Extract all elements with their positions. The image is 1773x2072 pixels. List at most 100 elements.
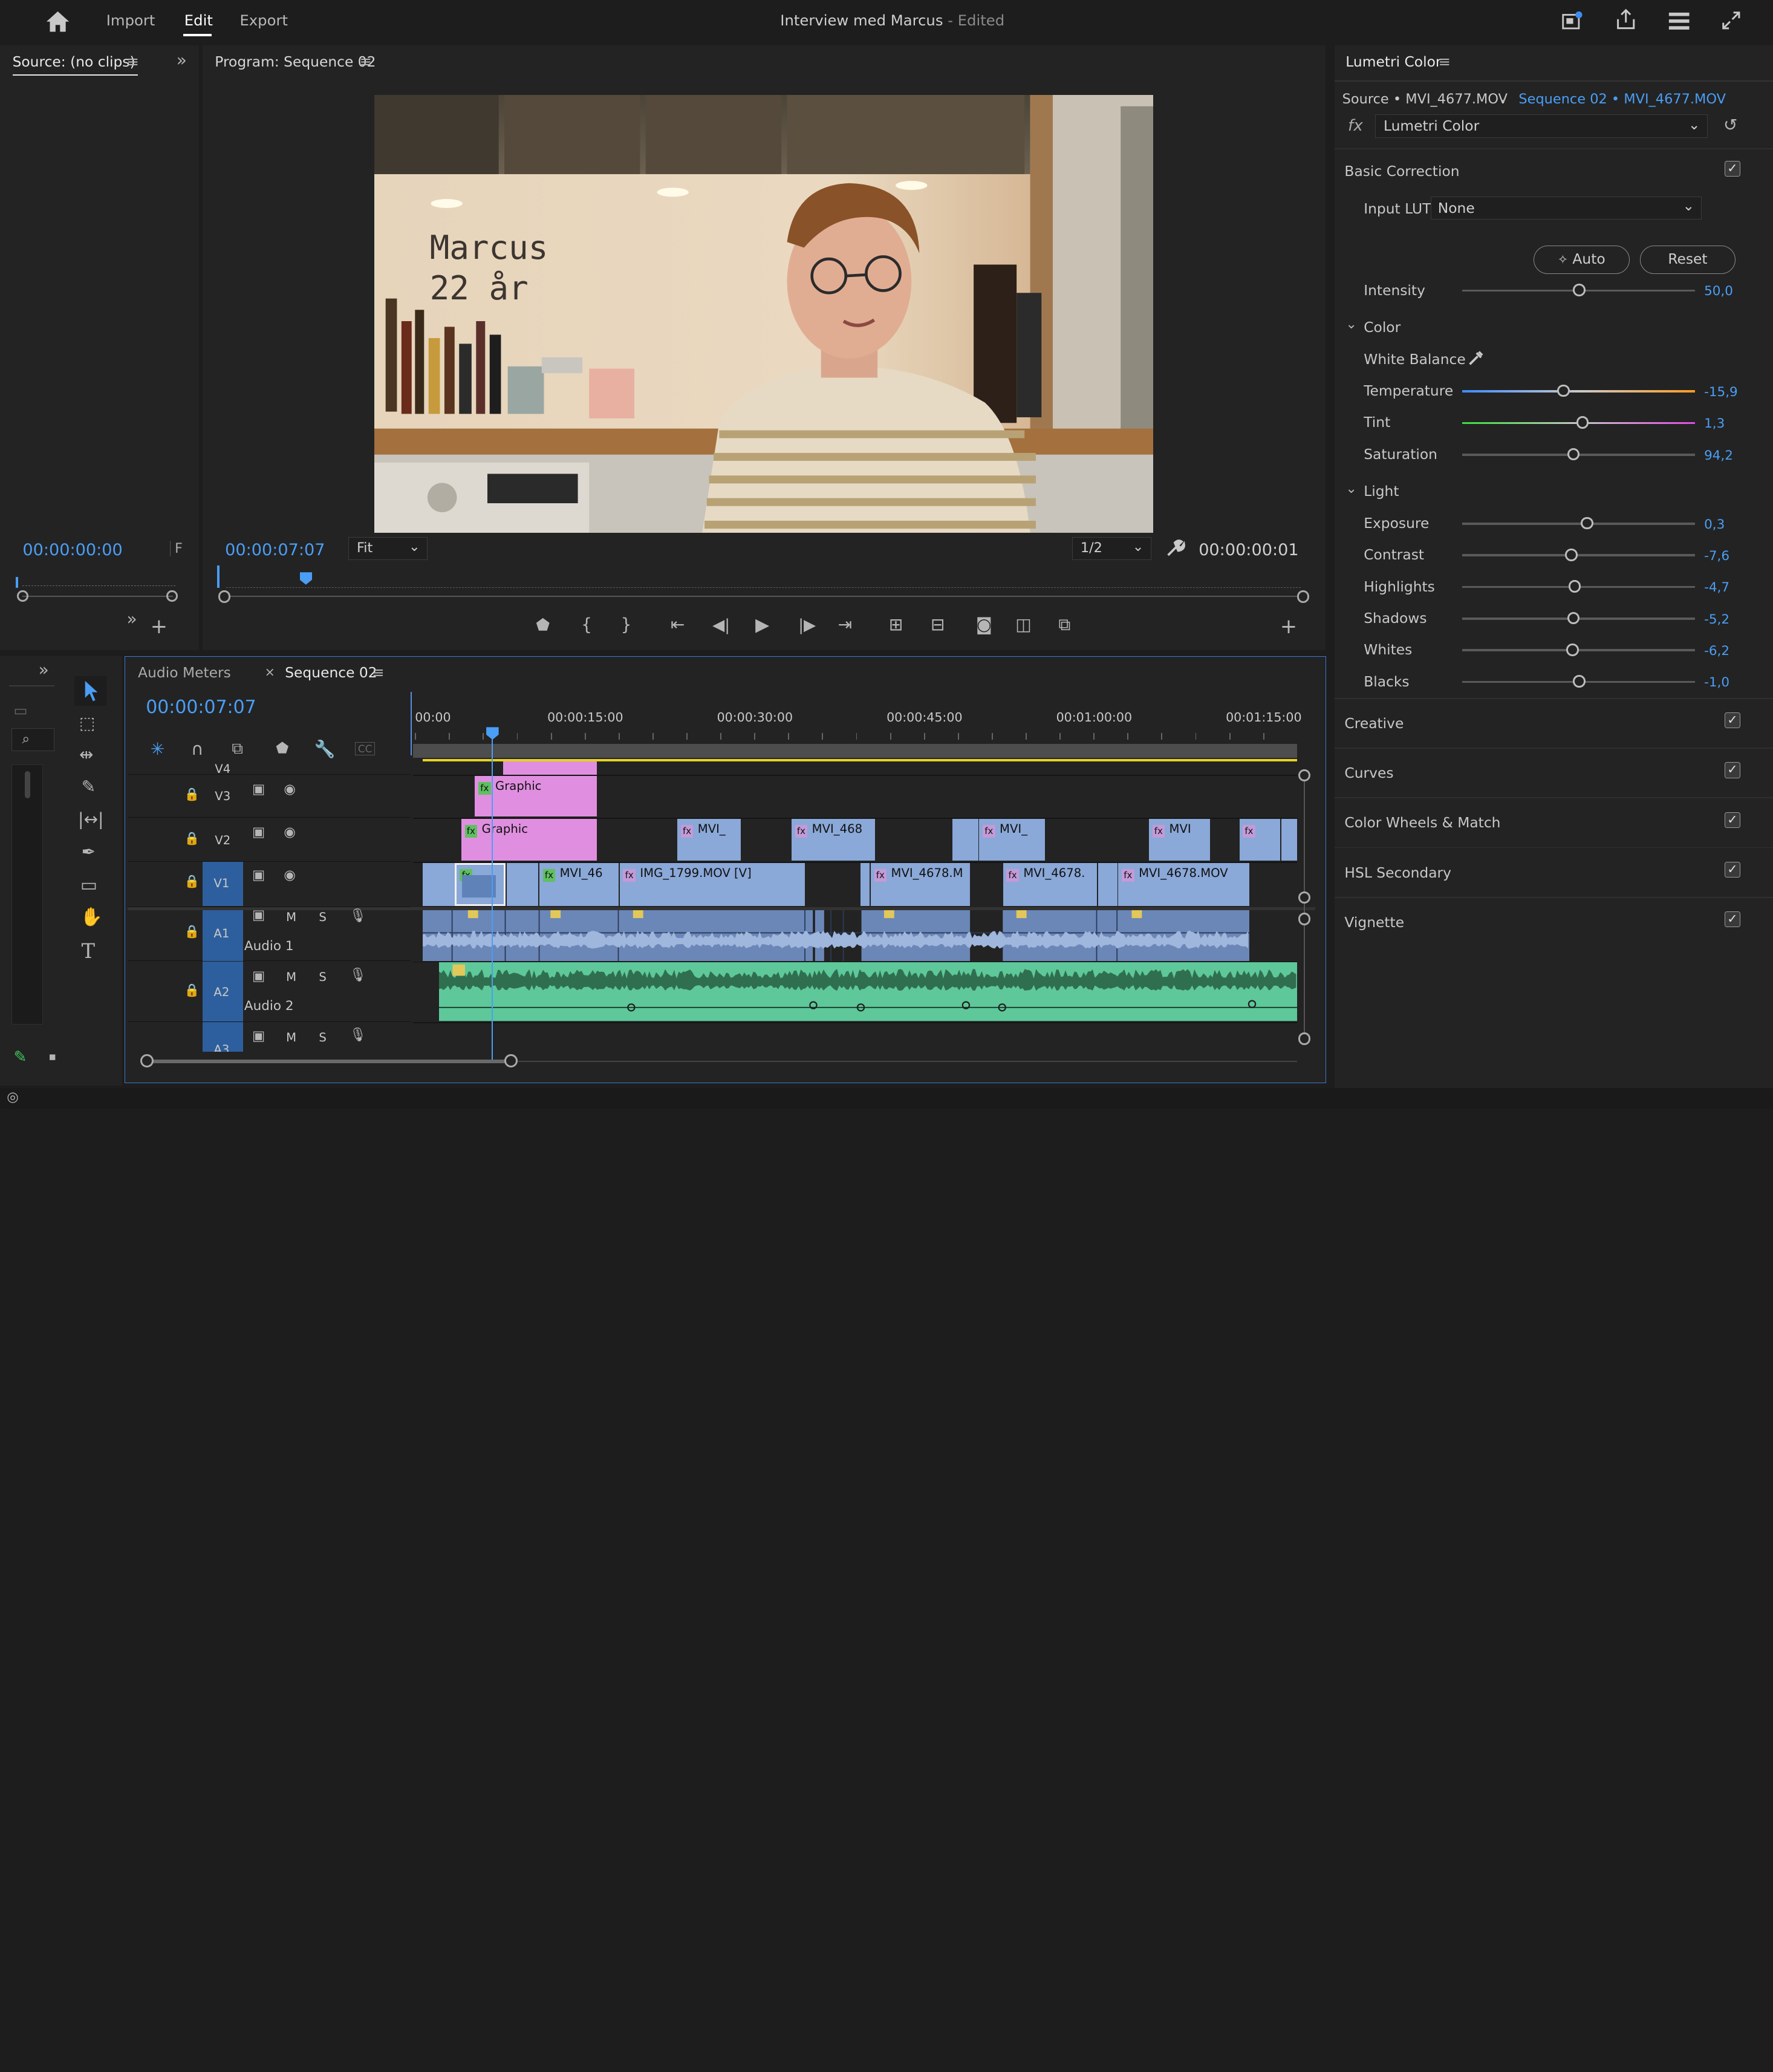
program-video-frame[interactable]: Marcus 22 år — [374, 95, 1154, 533]
solo-button[interactable]: S — [319, 970, 326, 984]
timeline-playhead-line[interactable] — [492, 737, 493, 1060]
hsl-secondary-checkbox[interactable]: ✓ — [1724, 861, 1740, 878]
mark-out-icon[interactable]: } — [621, 616, 632, 633]
program-zoom-left-handle[interactable] — [218, 590, 231, 603]
slip-tool-icon[interactable]: |↔| — [78, 810, 103, 828]
blacks-slider-knob[interactable] — [1573, 675, 1586, 688]
basic-correction-header[interactable]: Basic Correction — [1344, 163, 1459, 180]
clip-v1-b[interactable] — [506, 862, 539, 906]
clip-mvi-v1-a[interactable]: fx MVI_46 — [539, 862, 619, 906]
track-label-v4[interactable]: V4 — [215, 762, 230, 776]
add-marker-icon[interactable]: ⬟ — [276, 740, 288, 755]
exposure-value[interactable]: 0,3 — [1704, 517, 1725, 532]
fit-dropdown[interactable]: Fit ⌄ — [348, 537, 428, 560]
fullscreen-icon[interactable] — [1721, 10, 1742, 31]
type-tool-icon[interactable]: T — [82, 941, 95, 962]
mute-button[interactable]: M — [286, 970, 296, 984]
extract-icon[interactable]: ⊟ — [931, 616, 945, 633]
vignette-checkbox[interactable]: ✓ — [1724, 911, 1740, 928]
snap-nest-icon[interactable]: ✳ — [151, 740, 165, 758]
clip-mvi-v2-d[interactable]: fx MVI — [1148, 818, 1210, 861]
track-label-v3[interactable]: V3 — [215, 789, 230, 803]
razor-tool-icon[interactable]: ✎ — [82, 778, 96, 795]
folder-icon[interactable]: ▭ — [13, 703, 27, 718]
vertical-scrollbar[interactable] — [1304, 774, 1305, 1038]
lock-icon[interactable]: 🔒 — [184, 788, 200, 801]
a3-target-patch[interactable]: A3 — [202, 1022, 244, 1052]
contrast-slider-knob[interactable] — [1565, 548, 1578, 561]
shadows-slider[interactable] — [1462, 611, 1696, 625]
a2-target-patch[interactable]: A2 — [202, 961, 244, 1021]
vignette-section[interactable]: Vignette — [1344, 914, 1404, 931]
program-zoom-bar[interactable] — [226, 596, 1303, 598]
eye-icon[interactable]: ◉ — [284, 868, 296, 882]
lumetri-menu-icon[interactable]: ≡ — [1439, 54, 1451, 69]
clip-img-1799[interactable]: fx IMG_1799.MOV [V] — [619, 862, 805, 906]
comparison-view-icon[interactable]: ◫ — [1015, 616, 1032, 633]
track-label-v2[interactable]: V2 — [215, 833, 230, 847]
lock-icon[interactable]: 🔒 — [184, 832, 200, 845]
pencil-icon[interactable]: ✎ — [13, 1049, 27, 1065]
whites-slider-knob[interactable] — [1566, 643, 1579, 656]
rectangle-tool-icon[interactable]: ▭ — [80, 876, 97, 894]
source-more-controls-icon[interactable]: » — [126, 610, 137, 628]
search-box[interactable]: ⌕ — [11, 728, 54, 751]
lock-icon[interactable]: 🔒 — [184, 875, 200, 888]
clip-v1-start[interactable] — [423, 862, 455, 906]
exposure-slider-knob[interactable] — [1581, 516, 1593, 530]
light-section-header[interactable]: Light — [1364, 483, 1399, 500]
clip-mvi-v2-c[interactable]: fx MVI_ — [979, 818, 1045, 861]
clip-mvi-v2-f[interactable] — [1281, 818, 1297, 861]
eye-icon[interactable]: ◉ — [284, 783, 296, 796]
add-marker-icon[interactable]: ⬟ — [536, 617, 550, 633]
work-area-bar[interactable] — [412, 744, 1297, 758]
highlights-slider-knob[interactable] — [1568, 580, 1581, 593]
temperature-value[interactable]: -15,9 — [1704, 385, 1738, 400]
step-forward-icon[interactable]: |▶ — [798, 617, 816, 633]
clip-mvi-4678-c[interactable]: fx MVI_4678.MOV — [1118, 862, 1250, 906]
track-select-tool-icon[interactable]: ⬚ — [79, 714, 96, 732]
go-to-out-icon[interactable]: ⇥ — [838, 616, 853, 633]
source-zoom-left-handle[interactable] — [17, 590, 28, 602]
wrench-icon[interactable] — [1165, 538, 1185, 559]
step-back-icon[interactable]: ◀| — [712, 617, 730, 633]
horizontal-scroll-thumb[interactable] — [147, 1060, 512, 1063]
source-menu-icon[interactable]: ≡ — [126, 54, 138, 69]
program-title[interactable]: Program: Sequence 02 — [215, 53, 376, 70]
chevron-down-icon[interactable]: ⌄ — [1497, 90, 1509, 104]
solo-button[interactable]: S — [319, 1031, 326, 1044]
go-to-in-icon[interactable]: ⇤ — [671, 616, 685, 633]
quick-export-icon[interactable] — [1561, 10, 1583, 31]
chevron-down-icon[interactable]: ⌄ — [1345, 318, 1357, 331]
captions-icon[interactable]: CC — [355, 741, 376, 755]
source-playhead[interactable] — [16, 576, 18, 588]
selection-tool-icon[interactable] — [83, 680, 99, 702]
highlights-slider[interactable] — [1462, 580, 1696, 593]
microphone-icon[interactable]: 🎙 — [350, 1028, 367, 1041]
snap-magnet-icon[interactable]: ∩ — [191, 740, 204, 758]
clip-mvi-v2-b[interactable]: fx MVI_468 — [792, 818, 876, 861]
project-list[interactable] — [11, 764, 44, 1025]
program-add-button-icon[interactable]: + — [1280, 616, 1297, 637]
clip-mvi-v2-short[interactable] — [952, 818, 978, 861]
workspaces-icon[interactable] — [1668, 11, 1690, 30]
timeline-timecode[interactable]: 00:00:07:07 — [146, 697, 256, 718]
project-scrollbar[interactable] — [25, 771, 31, 799]
resolution-dropdown[interactable]: 1/2 ⌄ — [1072, 537, 1151, 560]
intensity-slider-knob[interactable] — [1573, 284, 1586, 296]
sync-lock-icon[interactable]: ▣ — [252, 1029, 265, 1043]
chevron-down-icon[interactable]: ⌄ — [1345, 481, 1357, 495]
temperature-slider-knob[interactable] — [1557, 384, 1570, 397]
program-timecode[interactable]: 00:00:07:07 — [225, 541, 325, 559]
clip-mvi-v2-a[interactable]: fx MVI_ — [677, 818, 741, 861]
pen-tool-icon[interactable]: ✒ — [82, 843, 96, 861]
clip-mvi-v2-e[interactable]: fx — [1239, 818, 1280, 861]
toggle-proxies-icon[interactable]: ⧉ — [1058, 616, 1070, 633]
curves-checkbox[interactable]: ✓ — [1724, 762, 1740, 778]
clip-graphic-v4[interactable] — [503, 761, 597, 775]
clip-v1-c[interactable] — [1098, 862, 1117, 906]
creative-checkbox[interactable]: ✓ — [1724, 712, 1740, 729]
v1-target-patch[interactable]: V1 — [202, 861, 244, 906]
close-tab-icon[interactable]: × — [265, 666, 275, 679]
tint-slider-knob[interactable] — [1576, 416, 1589, 429]
